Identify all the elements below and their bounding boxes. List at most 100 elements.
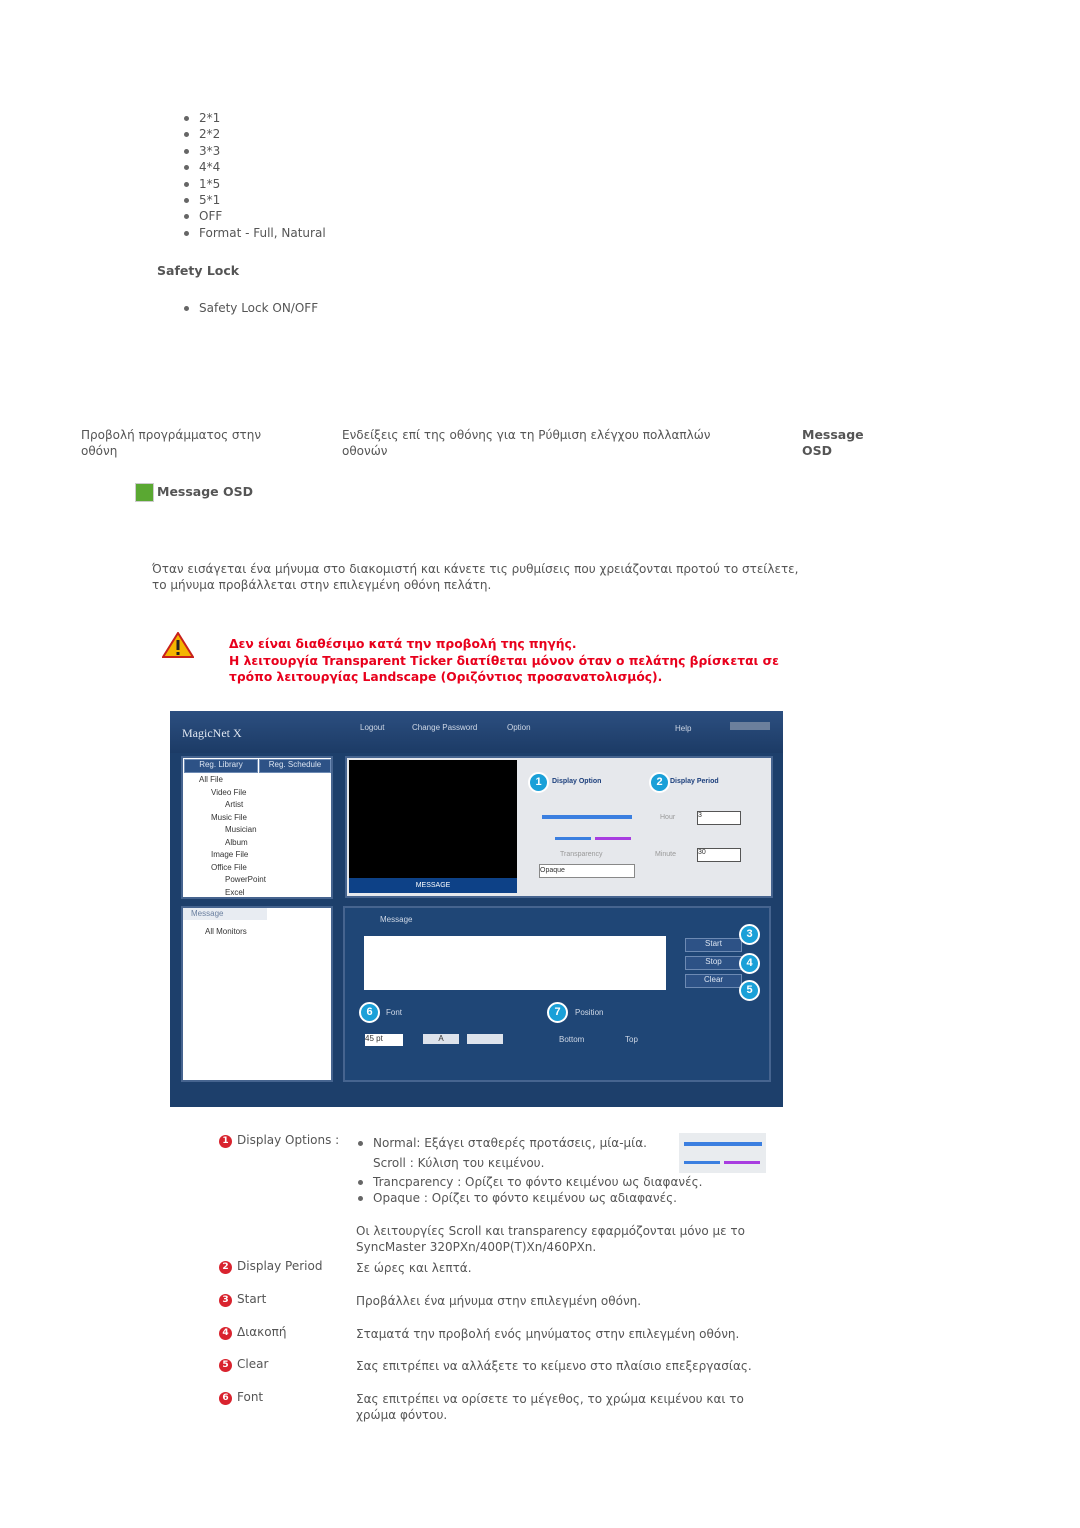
nav-current: Message OSD [802, 427, 864, 458]
transparency-list: Trancparency : Ορίζει το φόντο κειμένου … [356, 1174, 702, 1207]
tree-item[interactable]: Excel [199, 887, 266, 900]
app-header: MagicNet X Logout Change Password Option… [170, 711, 783, 753]
message-textarea[interactable] [364, 936, 666, 990]
hour-select[interactable]: 3 [697, 811, 741, 825]
window-controls[interactable] [730, 722, 770, 730]
magicnet-screenshot: MagicNet X Logout Change Password Option… [170, 711, 783, 1107]
legend-display-period: 2 Display Period [219, 1259, 322, 1274]
section-title: Message OSD [157, 484, 254, 499]
list-item: 2*1 [182, 110, 326, 126]
list-item: OFF [182, 208, 326, 224]
minute-select[interactable]: 30 [697, 848, 741, 862]
legend-label: Start [237, 1292, 267, 1306]
stop-button[interactable]: Stop [685, 956, 742, 970]
start-button[interactable]: Start [685, 938, 742, 952]
legend-label: Διακοπή [237, 1325, 287, 1339]
number-3-icon: 3 [219, 1294, 232, 1307]
display-option-title: Display Option [552, 778, 602, 785]
preview-panel: MESSAGE 1 Display Option Transparency Op… [345, 756, 773, 898]
top-radio[interactable]: Top [625, 1035, 638, 1044]
font-color-button[interactable]: A [423, 1034, 459, 1044]
tree-item[interactable]: Album [199, 837, 266, 850]
list-item: 3*3 [182, 143, 326, 159]
background-color-button[interactable] [467, 1034, 503, 1044]
warning-text: Δεν είναι διαθέσιμο κατά την προβολή της… [229, 636, 789, 686]
logout-menu[interactable]: Logout [360, 723, 384, 732]
tree-item[interactable]: Artist [199, 799, 266, 812]
tab-reg-schedule[interactable]: Reg. Schedule [259, 759, 331, 773]
legend-clear: 5 Clear [219, 1357, 268, 1372]
display-options-image [679, 1133, 766, 1173]
tree-item[interactable]: Office File [199, 862, 266, 875]
font-size-select[interactable]: 45 pt [365, 1034, 403, 1046]
file-tree: All File Video File Artist Music File Mu… [199, 774, 266, 899]
scroll-desc: Scroll : Κύλιση του κειμένου. [373, 1156, 545, 1170]
warning-icon [162, 632, 194, 658]
safety-lock-heading: Safety Lock [157, 263, 240, 278]
legend-start: 3 Start [219, 1292, 266, 1307]
callout-2: 2 [649, 772, 670, 793]
callout-1: 1 [528, 772, 549, 793]
safety-lock-list: Safety Lock ON/OFF [182, 300, 318, 316]
number-1-icon: 1 [219, 1135, 232, 1148]
help-menu[interactable]: Help [675, 724, 691, 733]
intro-text: Όταν εισάγεται ένα μήνυμα στο διακομιστή… [152, 562, 799, 593]
all-monitors-item[interactable]: All Monitors [205, 927, 247, 936]
display-options-note: Οι λειτουργίες Scroll και transparency ε… [356, 1224, 745, 1255]
preview-label: MESSAGE [349, 878, 517, 893]
warning-line: Δεν είναι διαθέσιμο κατά την προβολή της… [229, 637, 577, 651]
list-item: 2*2 [182, 126, 326, 142]
callout-5: 5 [739, 980, 760, 1001]
list-item: Format - Full, Natural [182, 225, 326, 241]
display-options-list: Normal: Εξάγει σταθερές προτάσεις, μία-μ… [356, 1135, 647, 1151]
font-tab[interactable]: Font [386, 1008, 402, 1017]
bottom-radio[interactable]: Bottom [559, 1035, 584, 1044]
minute-label: Minute [655, 851, 677, 858]
number-2-icon: 2 [219, 1261, 232, 1274]
number-5-icon: 5 [219, 1359, 232, 1372]
list-item: 5*1 [182, 192, 326, 208]
legend-desc: Σταματά την προβολή ενός μηνύματος στην … [356, 1327, 740, 1341]
callout-4: 4 [739, 953, 760, 974]
tab-reg-library[interactable]: Reg. Library [184, 759, 258, 773]
legend-label: Display Options : [237, 1133, 340, 1147]
legend-desc: Σας επιτρέπει να ορίσετε το μέγεθος, το … [356, 1392, 744, 1423]
tree-item[interactable]: Video File [199, 787, 266, 800]
nav-middle-link[interactable]: Ενδείξεις επί της οθόνης για τη Ρύθμιση … [342, 427, 742, 459]
message-tab[interactable]: Message [380, 915, 412, 924]
library-panel: Reg. Library Reg. Schedule All File Vide… [181, 756, 333, 899]
transparency-select[interactable]: Opaque [539, 864, 635, 878]
option-menu[interactable]: Option [507, 723, 531, 732]
legend-display-options: 1 Display Options : [219, 1133, 339, 1148]
tree-item[interactable]: PowerPoint [199, 874, 266, 887]
hour-label: Hour [660, 814, 676, 821]
app-logo: MagicNet X [182, 726, 242, 740]
scroll-option[interactable] [555, 837, 591, 840]
list-item: Trancparency : Ορίζει το φόντο κειμένου … [356, 1174, 702, 1190]
scroll-arrow-icon [724, 1161, 760, 1164]
transparency-label: Transparency [560, 851, 603, 858]
legend-label: Clear [237, 1357, 269, 1371]
list-item: Opaque : Ορίζει το φόντο κειμένου ως αδι… [356, 1190, 702, 1206]
list-item: 1*5 [182, 176, 326, 192]
legend-font: 6 Font [219, 1390, 263, 1405]
number-4-icon: 4 [219, 1327, 232, 1340]
tree-item[interactable]: Music File [199, 812, 266, 825]
page: 2*1 2*2 3*3 4*4 1*5 5*1 OFF Format - Ful… [0, 0, 1080, 1528]
nav-prev-link[interactable]: Προβολή προγράμματος στην οθόνη [81, 427, 281, 459]
monitor-group-header[interactable]: Message [183, 908, 267, 920]
normal-option[interactable] [542, 815, 632, 819]
position-tab[interactable]: Position [575, 1008, 603, 1017]
monitor-panel: Message All Monitors [181, 906, 333, 1082]
scroll-arrow-icon [684, 1161, 720, 1164]
change-password-menu[interactable]: Change Password [412, 723, 477, 732]
callout-6: 6 [359, 1002, 380, 1023]
tree-item[interactable]: Image File [199, 849, 266, 862]
legend-desc: Σας επιτρέπει να αλλάξετε το κείμενο στο… [356, 1359, 752, 1373]
legend-desc: Προβάλλει ένα μήνυμα στην επιλεγμένη οθό… [356, 1294, 642, 1308]
preview-screen [349, 760, 517, 878]
tree-item[interactable]: Musician [199, 824, 266, 837]
tree-item[interactable]: All File [199, 774, 266, 787]
callout-3: 3 [739, 924, 760, 945]
clear-button[interactable]: Clear [685, 974, 742, 988]
